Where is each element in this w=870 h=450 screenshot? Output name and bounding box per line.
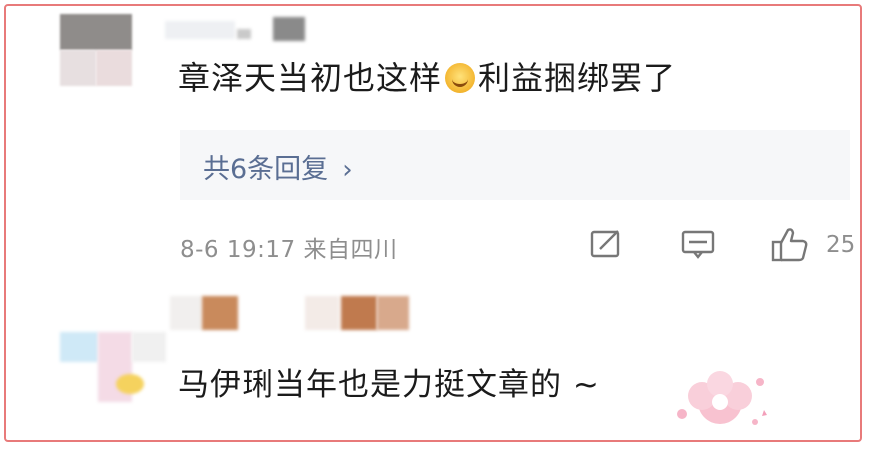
grin-emoji-icon [445, 63, 476, 93]
comment-text-part1: 章泽天当初也这样 [178, 59, 443, 97]
user-avatar[interactable] [60, 332, 170, 402]
comment-text: 马伊琍当年也是力挺文章的 ~ [178, 367, 600, 403]
comment-text: 章泽天当初也这样 利益捆绑罢了 [178, 58, 676, 98]
username-redacted[interactable] [165, 15, 315, 43]
comment-button[interactable] [680, 226, 716, 262]
like-button[interactable] [770, 226, 812, 264]
comment-meta: 8-6 19:17 来自四川 [180, 237, 398, 263]
reply-count-label: 共6条回复 [203, 154, 329, 185]
flower-icon [677, 371, 767, 425]
share-icon [590, 230, 620, 258]
view-replies-link[interactable]: 共6条回复 › [203, 147, 353, 186]
share-button[interactable] [588, 226, 624, 262]
like-count: 25 [826, 232, 856, 258]
user-avatar[interactable] [60, 14, 132, 86]
like-icon [771, 228, 808, 262]
pink-flower-sticker [660, 352, 780, 438]
username-redacted-part2[interactable] [305, 296, 410, 330]
username-redacted-part1[interactable] [170, 296, 240, 330]
comment-text-part2: 利益捆绑罢了 [478, 59, 677, 97]
chevron-right-icon: › [342, 155, 353, 185]
comment-icon [681, 230, 715, 259]
